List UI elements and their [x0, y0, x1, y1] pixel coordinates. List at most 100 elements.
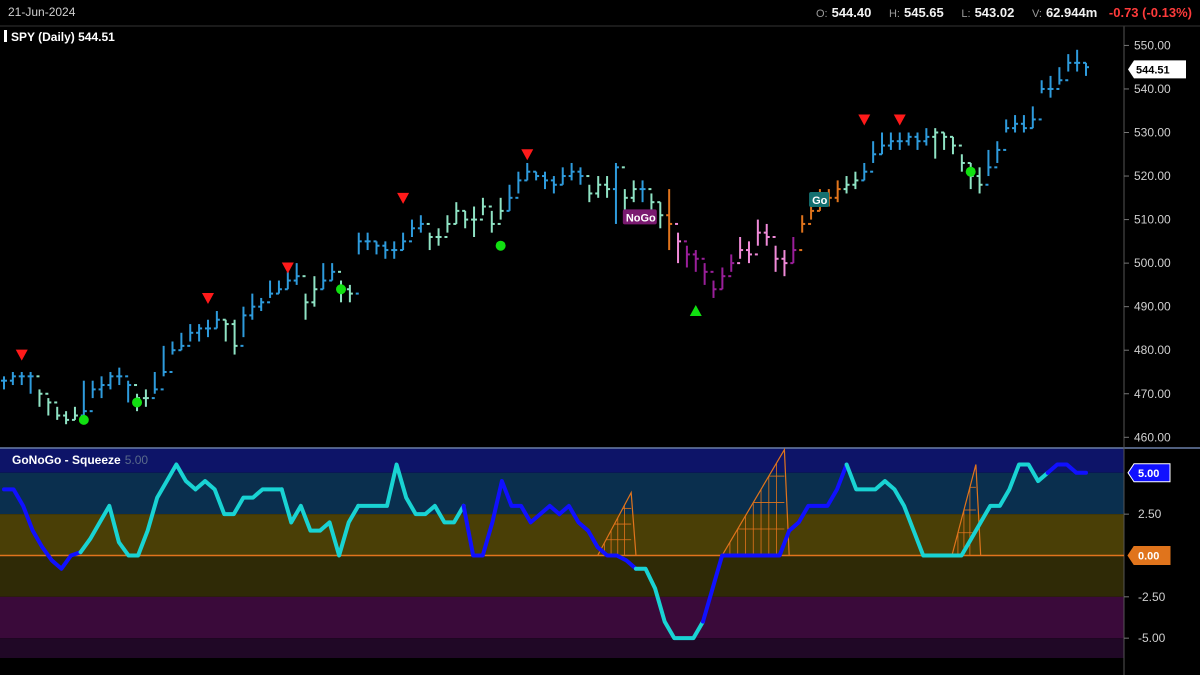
price-chart-title-text: SPY (Daily) 544.51 [11, 30, 115, 44]
price-bar [1038, 80, 1045, 121]
price-bar [843, 176, 850, 194]
trend-tag: NoGo [622, 209, 657, 225]
price-bar [71, 406, 78, 421]
price-bar [435, 228, 442, 246]
green-dot-icon [495, 240, 506, 251]
price-chart-title: SPY (Daily) 544.51 [4, 30, 115, 44]
price-tick-label: 460.00 [1134, 430, 1171, 444]
osc-band [0, 514, 1124, 556]
price-bar [417, 215, 424, 233]
price-tick-label: 480.00 [1134, 343, 1171, 357]
indicator-title: GoNoGo - Squeeze 5.00 [12, 453, 148, 467]
price-bar [905, 132, 912, 146]
price-bar [763, 223, 770, 246]
price-bar [258, 297, 265, 312]
price-bar [958, 144, 965, 172]
osc-band [0, 448, 1124, 473]
price-bar [400, 232, 407, 252]
price-bar [870, 141, 877, 173]
osc-tick-label: -5.00 [1138, 631, 1166, 645]
price-bar [985, 149, 992, 186]
price-bar [550, 176, 557, 194]
price-bar [604, 176, 611, 198]
price-bar [373, 240, 380, 255]
price-bar [27, 371, 34, 394]
price-bar [745, 241, 752, 264]
price-bar [160, 345, 167, 391]
price-bar [54, 401, 61, 420]
price-bar [1083, 61, 1089, 76]
price-bar [89, 380, 96, 413]
red-triangle-icon [858, 114, 871, 126]
price-tick-label: 490.00 [1134, 300, 1171, 314]
price-tick-label: 520.00 [1134, 169, 1171, 183]
chart-canvas[interactable]: 550.00 540.00 530.00 520.00 510.00 500.00 490.… [0, 0, 1200, 675]
price-bar [63, 411, 70, 425]
price-bar [329, 263, 336, 282]
price-bar [1012, 115, 1019, 133]
price-bar [852, 171, 859, 190]
price-bar [267, 280, 274, 304]
osc-band [0, 555, 1124, 597]
price-bar [515, 171, 522, 199]
price-bar [1047, 75, 1054, 98]
price-tick-label: 530.00 [1134, 126, 1171, 140]
price-bar [479, 197, 486, 221]
price-bar [896, 132, 903, 150]
price-bar [568, 162, 575, 181]
price-bar [196, 324, 203, 342]
price-tick-label: 500.00 [1134, 256, 1171, 270]
price-bar [204, 319, 211, 338]
price-bar [630, 180, 637, 203]
price-bar [116, 367, 123, 386]
price-bar [169, 341, 176, 373]
price-bar [364, 232, 371, 251]
indicator-title-text: GoNoGo - Squeeze [12, 453, 121, 467]
price-bar [284, 271, 291, 291]
green-dot-icon [132, 397, 143, 408]
price-bar [45, 392, 52, 416]
price-bar [675, 222, 682, 264]
price-bar [754, 219, 761, 256]
trend-tag-label: Go [812, 195, 828, 207]
price-bar [524, 162, 531, 182]
price-bar [125, 375, 132, 403]
green-dot-icon [78, 414, 89, 425]
price-bar [151, 371, 158, 400]
price-bar [488, 205, 495, 233]
green-dot-icon [336, 284, 347, 295]
price-bar [666, 189, 673, 251]
price-bar [923, 128, 930, 146]
price-bar [701, 257, 708, 285]
price-bar [80, 380, 87, 417]
price-bar [710, 270, 717, 298]
price-bar [914, 132, 921, 150]
zero-value-tag: 0.00 [1127, 545, 1171, 565]
price-tick-label: 550.00 [1134, 38, 1171, 52]
osc-band [0, 638, 1124, 658]
price-bar [595, 176, 602, 198]
price-bar [222, 318, 229, 342]
price-bar [1056, 67, 1063, 90]
price-bar [994, 141, 1001, 169]
red-triangle-icon [15, 349, 28, 361]
price-bar [302, 275, 309, 320]
price-bar [772, 236, 779, 272]
price-bar [976, 167, 983, 194]
red-triangle-icon [201, 292, 214, 304]
price-bar [861, 162, 868, 182]
osc-tick-label: -2.50 [1138, 590, 1166, 604]
price-bar [692, 250, 699, 272]
price-bar [799, 215, 806, 252]
price-bar [240, 306, 247, 347]
price-bar [737, 237, 744, 265]
price-bar [320, 263, 327, 291]
price-bar [577, 167, 584, 185]
price-bar [293, 263, 300, 285]
price-bar [834, 180, 841, 203]
red-triangle-icon [521, 149, 534, 161]
price-bar [408, 219, 415, 243]
last-price-tag-label: 544.51 [1136, 64, 1170, 76]
price-bar [426, 222, 433, 251]
price-bar [249, 293, 256, 320]
